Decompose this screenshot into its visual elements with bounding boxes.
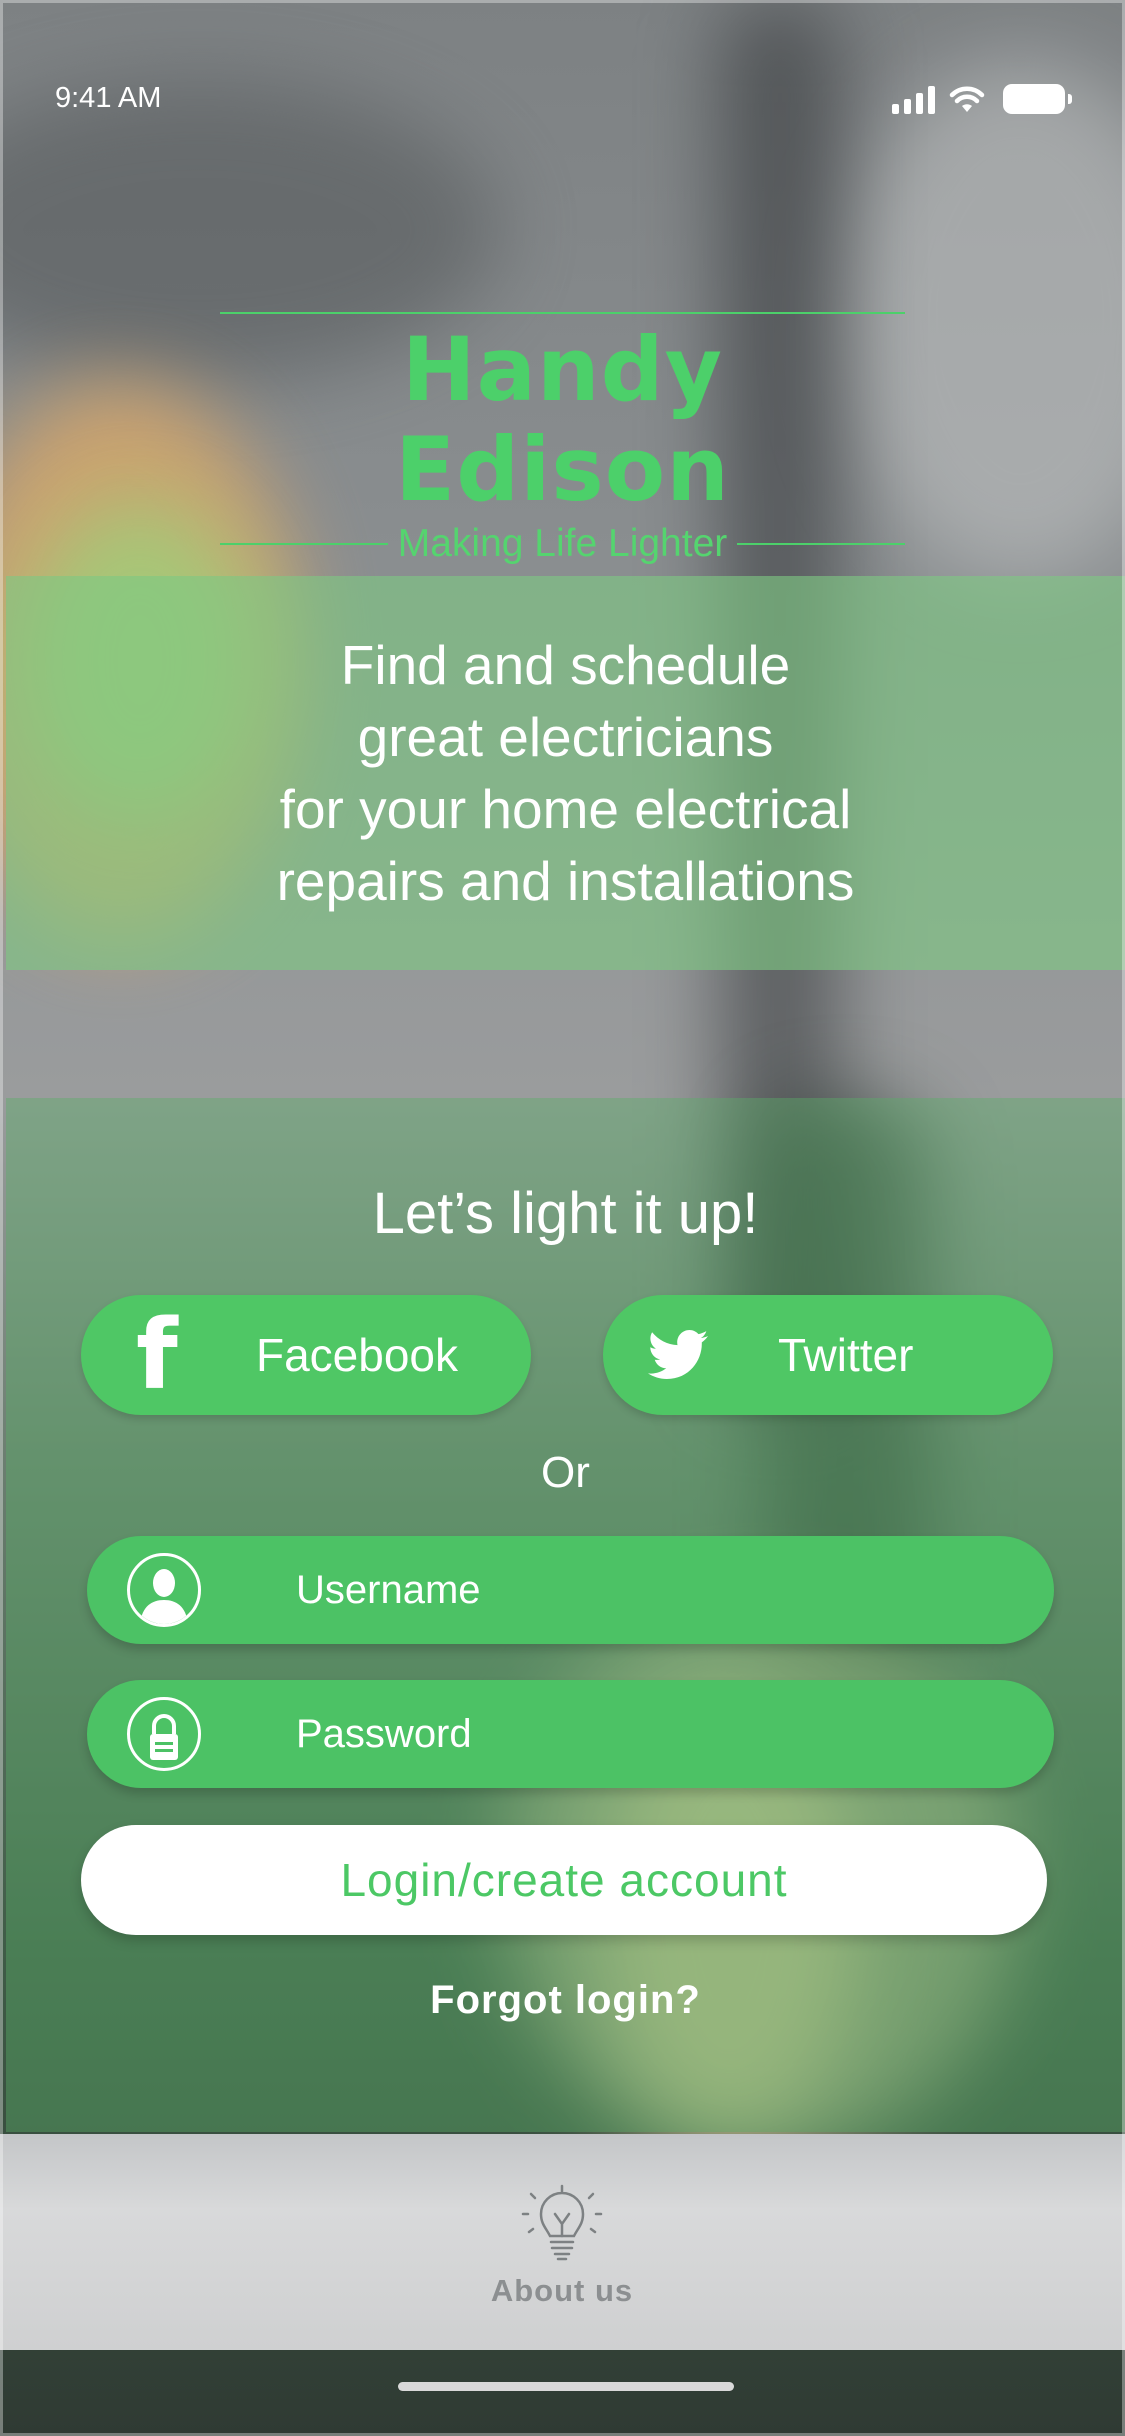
status-icons [892,84,1072,114]
lightbulb-icon [521,2184,603,2261]
logo-top-rule [220,312,905,314]
login-panel: Let’s light it up! f Facebook Twitter Or… [6,1098,1125,2132]
home-indicator[interactable] [398,2382,734,2391]
twitter-icon [648,1330,708,1379]
user-icon [127,1553,201,1627]
password-field[interactable]: Password [87,1680,1054,1788]
tab-bar: About us [0,2134,1125,2350]
twitter-login-button[interactable]: Twitter [603,1295,1053,1415]
password-placeholder: Password [296,1711,472,1756]
tab-about-us[interactable]: About us [462,2184,662,2309]
brand-logo: Handy Edison Making Life Lighter [220,312,905,566]
forgot-login-link[interactable]: Forgot login? [6,1978,1125,2023]
hero-banner: Find and schedule great electricians for… [6,576,1125,970]
username-field[interactable]: Username [87,1536,1054,1644]
hero-text: Find and schedule great electricians for… [276,634,855,912]
battery-icon [1003,84,1072,114]
wifi-icon [949,86,985,112]
login-button[interactable]: Login/create account [81,1825,1047,1935]
lock-icon [127,1697,201,1771]
login-heading: Let’s light it up! [372,1181,759,1246]
cellular-signal-icon [892,86,935,114]
brand-tagline: Making Life Lighter [397,522,728,565]
tab-about-us-label: About us [490,2273,634,2308]
brand-tagline-row: Making Life Lighter [220,522,905,566]
facebook-icon: f [136,1299,178,1411]
facebook-label: Facebook [256,1329,459,1381]
brand-name: Handy Edison [395,318,730,521]
twitter-label: Twitter [778,1329,914,1381]
status-time: 9:41 AM [55,82,162,114]
or-divider: Or [541,1448,590,1497]
username-placeholder: Username [296,1567,481,1612]
facebook-login-button[interactable]: f Facebook [81,1295,531,1415]
status-bar: 9:41 AM [0,0,1125,114]
